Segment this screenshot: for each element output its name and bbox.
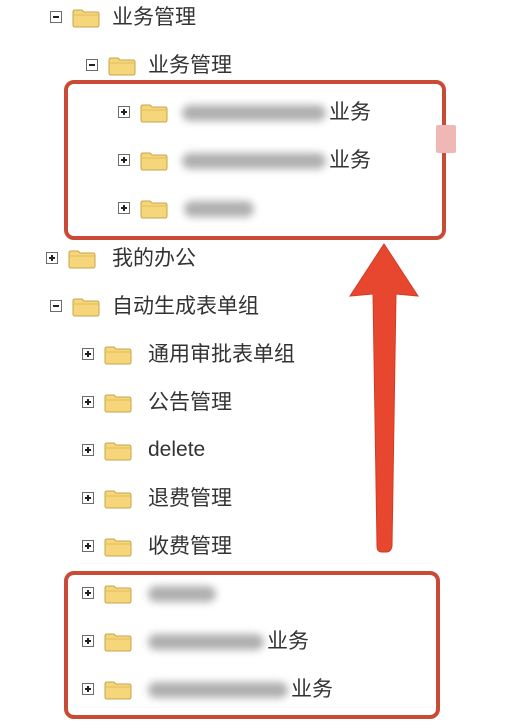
- tree-node-label: 业务管理: [112, 5, 196, 29]
- tree-node-auto-forms[interactable]: 自动生成表单组: [0, 291, 508, 321]
- folder-icon: [104, 537, 132, 557]
- tree-node-delete[interactable]: delete: [0, 435, 508, 465]
- folder-icon: [68, 249, 96, 269]
- tree-node-fee-mgmt[interactable]: 收费管理: [0, 531, 508, 561]
- expand-toggle-icon[interactable]: [82, 396, 94, 408]
- tree-node-label: 自动生成表单组: [112, 294, 259, 318]
- expand-toggle-icon[interactable]: [46, 252, 58, 264]
- folder-icon: [104, 345, 132, 365]
- folder-icon: [104, 441, 132, 461]
- expand-toggle-icon[interactable]: [82, 348, 94, 360]
- folder-icon: [108, 56, 136, 76]
- collapse-toggle-icon[interactable]: [86, 59, 98, 71]
- tree-node-label: delete: [148, 438, 206, 461]
- expand-toggle-icon[interactable]: [82, 444, 94, 456]
- tree-node-label: 我的办公: [112, 246, 196, 270]
- highlight-box-bottom: [64, 571, 440, 719]
- collapse-toggle-icon[interactable]: [50, 300, 62, 312]
- up-arrow-icon: [349, 243, 419, 553]
- tree-node-label: 通用审批表单组: [148, 342, 295, 366]
- collapse-toggle-icon[interactable]: [50, 11, 62, 23]
- tree-node-general-approval[interactable]: 通用审批表单组: [0, 339, 508, 369]
- folder-icon: [72, 297, 100, 317]
- highlight-box-top: [64, 80, 446, 240]
- folder-icon: [104, 393, 132, 413]
- expand-toggle-icon[interactable]: [82, 540, 94, 552]
- tree-node-biz-root[interactable]: 业务管理: [0, 2, 508, 32]
- folder-icon: [72, 8, 100, 28]
- tree-node-biz-sub[interactable]: 业务管理: [0, 50, 508, 80]
- tree-node-label: 公告管理: [148, 390, 232, 414]
- tree-node-my-office[interactable]: 我的办公: [0, 243, 508, 273]
- expand-toggle-icon[interactable]: [82, 492, 94, 504]
- tree-node-label: 退费管理: [148, 486, 232, 510]
- scrollbar-thumb[interactable]: [436, 125, 456, 153]
- tree-node-notice-mgmt[interactable]: 公告管理: [0, 387, 508, 417]
- tree-node-label: 业务管理: [148, 53, 232, 77]
- tree-node-refund-mgmt[interactable]: 退费管理: [0, 483, 508, 513]
- folder-icon: [104, 489, 132, 509]
- tree-node-label: 收费管理: [148, 534, 232, 558]
